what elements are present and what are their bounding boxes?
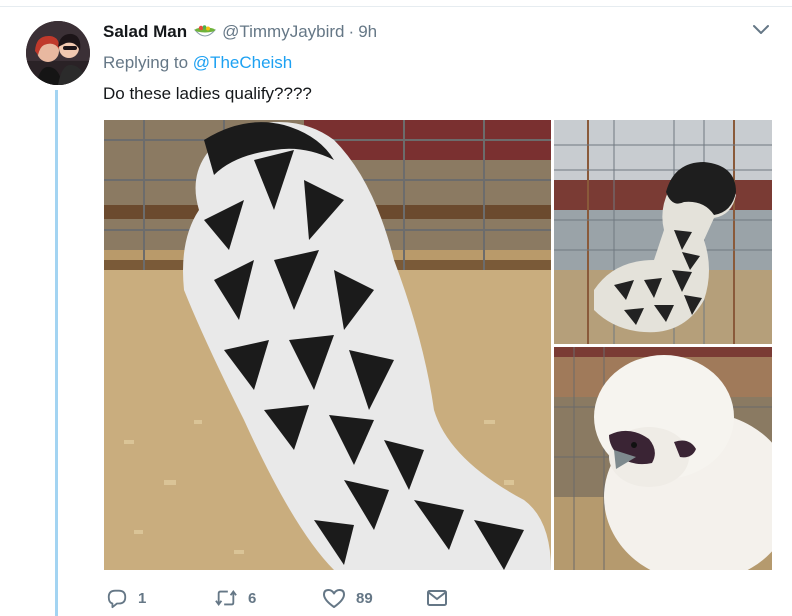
reply-button[interactable]: 1 <box>106 585 146 611</box>
top-divider <box>0 6 792 7</box>
replying-to-line: Replying to @TheCheish <box>103 53 292 73</box>
replying-mention-link[interactable]: @TheCheish <box>193 53 292 72</box>
author-name[interactable]: Salad Man <box>103 22 187 42</box>
reply-icon <box>107 589 127 609</box>
separator-dot: · <box>348 22 355 41</box>
thread-connector-line <box>55 90 58 616</box>
retweet-button[interactable]: 6 <box>214 585 256 611</box>
replying-prefix: Replying to <box>103 53 189 72</box>
author-handle[interactable]: @TimmyJaybird <box>222 22 344 42</box>
avatar-photo <box>26 21 90 85</box>
photo-crested-chicken[interactable] <box>554 120 772 344</box>
timestamp[interactable]: 9h <box>358 22 377 42</box>
avatar[interactable] <box>26 21 90 85</box>
like-icon <box>323 589 345 608</box>
like-button[interactable]: 89 <box>322 585 373 611</box>
retweet-icon <box>215 590 237 606</box>
message-button[interactable] <box>426 585 458 611</box>
salad-emoji-icon <box>194 23 217 41</box>
retweet-count: 6 <box>248 589 257 607</box>
reply-count: 1 <box>138 589 147 607</box>
media-grid <box>104 120 772 570</box>
tweet-text: Do these ladies qualify???? <box>103 84 312 103</box>
message-icon <box>427 590 447 606</box>
tweet-actions: 1 6 89 <box>104 585 564 611</box>
like-count: 89 <box>356 589 373 607</box>
photo-laced-chicken[interactable] <box>104 120 551 570</box>
tweet-header: Salad Man @TimmyJaybird · 9h <box>103 20 377 44</box>
photo-silkie-chicken[interactable] <box>554 347 772 570</box>
chevron-down-icon[interactable] <box>751 22 771 38</box>
